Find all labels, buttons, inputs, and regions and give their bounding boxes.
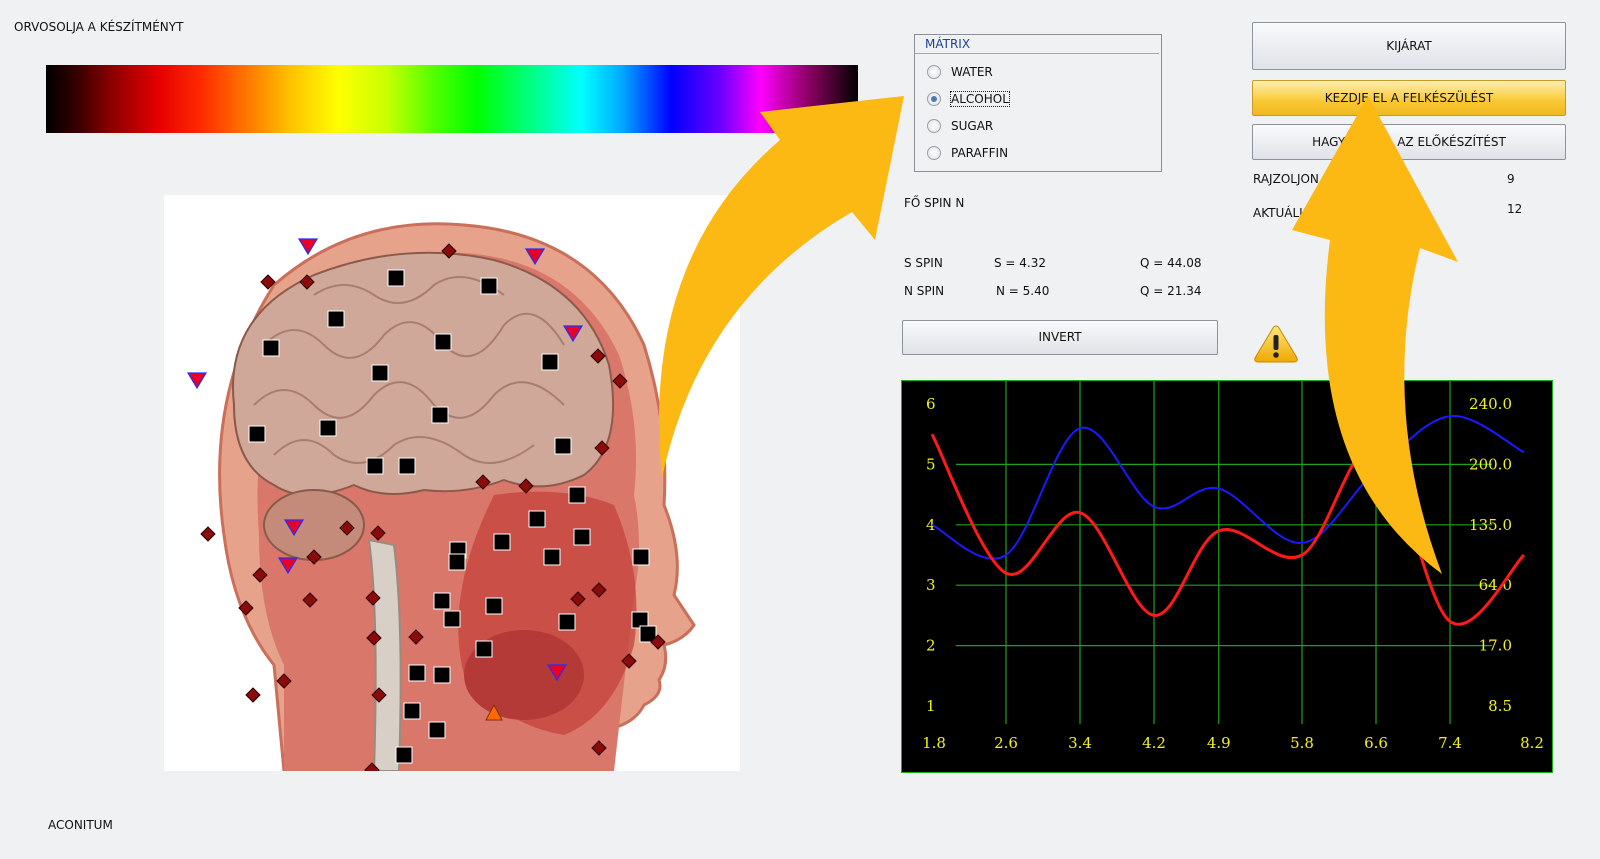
marker-square: [433, 592, 451, 610]
draw-value: 9: [1507, 172, 1515, 186]
y-right-tick-label: 8.5: [1488, 697, 1512, 715]
spin-graph: 1 2 3 4 5 6 8.5 17.0 64.0 135.0 200.0 240.0 1.8 2.6 3.…: [901, 380, 1553, 773]
matrix-option-label: PARAFFIN: [951, 146, 1009, 160]
n-spin-label: N SPIN: [904, 284, 945, 298]
marker-square: [398, 457, 416, 475]
marker-diamond: [245, 687, 261, 703]
x-tick-label: 8.2: [1520, 734, 1544, 752]
radio-circle-icon[interactable]: [927, 146, 941, 160]
x-tick-label: 5.8: [1290, 734, 1314, 752]
y-right-tick-label: 200.0: [1469, 455, 1512, 473]
n-spin-q: Q = 21.34: [1140, 284, 1202, 298]
marker-square: [493, 533, 511, 551]
matrix-option-paraffin[interactable]: PARAFFIN: [927, 146, 1008, 160]
y-right-tick-label: 135.0: [1469, 516, 1512, 534]
brain: [232, 251, 615, 496]
marker-square: [366, 457, 384, 475]
marker-square: [541, 353, 559, 371]
blue-series-line: [931, 415, 1525, 560]
start-preparation-button[interactable]: KEZDJE EL A FELKÉSZÜLÉST: [1252, 80, 1566, 116]
main-spin-label: FŐ SPIN N: [904, 196, 965, 210]
marker-square: [448, 553, 466, 571]
current-label: AKTUÁLIS :: [1253, 206, 1319, 220]
marker-square: [485, 597, 503, 615]
marker-square: [327, 310, 345, 328]
head-anatomy-image: [164, 195, 740, 771]
x-tick-label: 2.6: [994, 734, 1018, 752]
marker-square: [387, 269, 405, 287]
marker-square: [480, 277, 498, 295]
matrix-title: MÁTRIX: [915, 35, 1159, 54]
marker-square: [431, 406, 449, 424]
current-value: 12: [1507, 202, 1523, 216]
marker-square: [371, 364, 389, 382]
matrix-option-sugar[interactable]: SUGAR: [927, 119, 993, 133]
matrix-group: MÁTRIX WATER ALCOHOL SUGAR PARAFFIN: [914, 34, 1162, 172]
invert-button[interactable]: INVERT: [902, 320, 1218, 355]
y-left-tick-label: 6: [926, 395, 936, 413]
app-title: ORVOSOLJA A KÉSZÍTMÉNYT: [14, 20, 184, 34]
marker-square: [433, 666, 451, 684]
s-spin-q: Q = 44.08: [1140, 256, 1202, 270]
warning-icon: [1254, 325, 1298, 363]
x-tick-label: 4.9: [1207, 734, 1231, 752]
s-spin-label: S SPIN: [904, 256, 943, 270]
x-tick-label: 4.2: [1142, 734, 1166, 752]
marker-triangle: [297, 238, 319, 256]
y-right-tick-label: 240.0: [1469, 395, 1512, 413]
marker-diamond: [200, 526, 216, 542]
marker-square: [573, 528, 591, 546]
marker-square: [403, 702, 421, 720]
y-left-tick-label: 2: [926, 637, 936, 655]
y-left-tick-label: 1: [926, 697, 936, 715]
n-spin-value: N = 5.40: [996, 284, 1050, 298]
y-right-tick-label: 17.0: [1479, 637, 1512, 655]
matrix-option-water[interactable]: WATER: [927, 65, 993, 79]
exit-button[interactable]: KIJÁRAT: [1252, 22, 1566, 70]
matrix-option-label: ALCOHOL: [950, 91, 1010, 107]
red-series-line: [930, 433, 1526, 626]
matrix-option-alcohol[interactable]: ALCOHOL: [927, 91, 1010, 107]
marker-square: [434, 333, 452, 351]
stop-preparation-button[interactable]: HAGYJA ABBA AZ ELŐKÉSZÍTÉST: [1252, 124, 1566, 160]
marker-square: [443, 610, 461, 628]
marker-square: [554, 437, 572, 455]
marker-square: [428, 721, 446, 739]
marker-square: [319, 419, 337, 437]
marker-square: [262, 339, 280, 357]
y-left-tick-label: 3: [926, 576, 936, 594]
marker-square: [395, 746, 413, 764]
matrix-option-label: SUGAR: [951, 119, 994, 133]
x-tick-label: 7.4: [1438, 734, 1462, 752]
spin-graph-plot: 1234568.517.064.0135.0200.0240.01.8 2.6 3.…: [922, 381, 1544, 752]
color-spectrum-bar: [46, 65, 858, 133]
radio-circle-icon[interactable]: [927, 65, 941, 79]
radio-selected-icon[interactable]: [927, 92, 941, 106]
draw-label: RAJZOLJON :: [1253, 172, 1327, 186]
marker-square: [558, 613, 576, 631]
marker-square: [248, 425, 266, 443]
s-spin-value: S = 4.32: [994, 256, 1047, 270]
marker-square: [528, 510, 546, 528]
remedy-name: ACONITUM: [48, 818, 113, 832]
radio-circle-icon[interactable]: [927, 119, 941, 133]
x-tick-label: 6.6: [1364, 734, 1388, 752]
marker-square: [568, 486, 586, 504]
marker-square: [632, 548, 650, 566]
marker-square: [408, 664, 426, 682]
x-tick-label: 3.4: [1068, 734, 1092, 752]
marker-square: [475, 640, 493, 658]
marker-square: [543, 548, 561, 566]
marker-triangle: [186, 372, 208, 390]
y-left-tick-label: 5: [926, 455, 936, 473]
x-tick-label: 1.8: [922, 734, 946, 752]
matrix-option-label: WATER: [951, 65, 993, 79]
